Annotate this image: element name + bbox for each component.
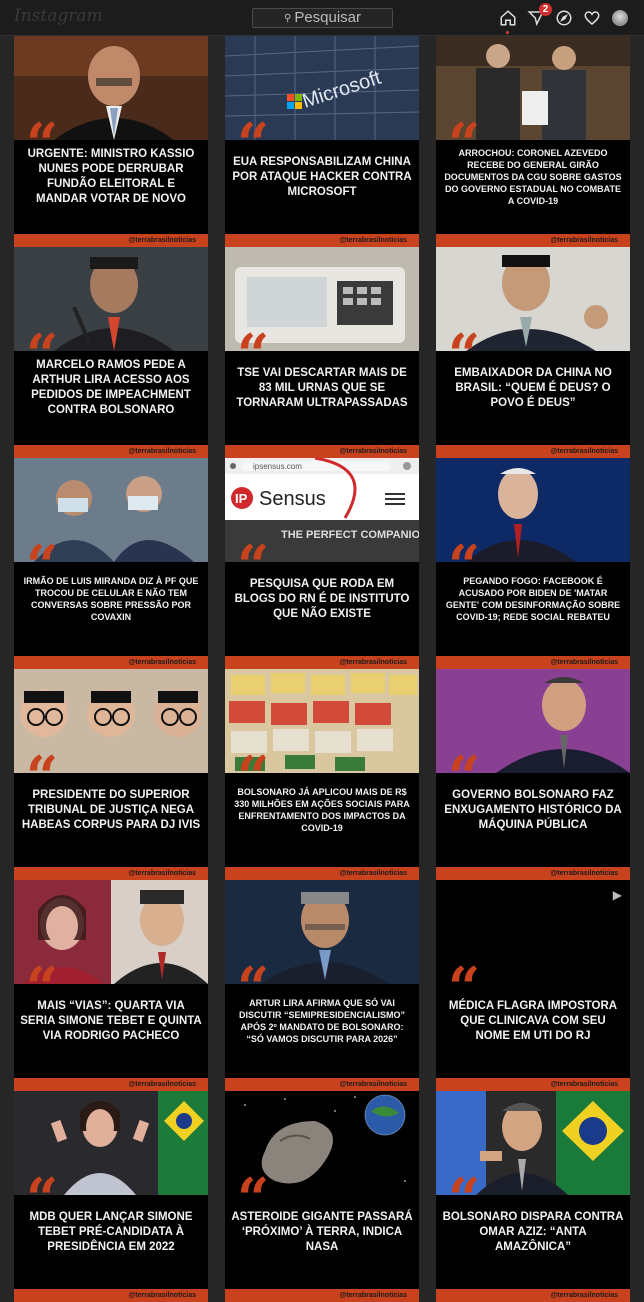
post-handle: @terrabrasilnoticias (14, 1289, 208, 1302)
site-url: ipsensus.com (253, 462, 302, 471)
post-handle: @terrabrasilnoticias (436, 445, 630, 458)
post-handle: @terrabrasilnoticias (14, 656, 208, 669)
explore-compass-icon[interactable] (554, 8, 574, 28)
post-card[interactable]: “ BOLSONARO JÁ APLICOU MAIS DE R$ 330 MI… (225, 669, 419, 880)
post-card[interactable]: “ MDB QUER LANÇAR SIMONE TEBET PRÉ-CANDI… (14, 1091, 208, 1302)
post-grid: “ URGENTE: MINISTRO KASSIO NUNES PODE DE… (14, 36, 630, 1302)
post-card[interactable]: “ BOLSONARO DISPARA CONTRA OMAR AZIZ: “A… (436, 1091, 630, 1302)
post-handle: @terrabrasilnoticias (436, 867, 630, 880)
post-headline: EMBAIXADOR DA CHINA NO BRASIL: “QUEM É D… (454, 366, 612, 409)
post-handle: @terrabrasilnoticias (14, 445, 208, 458)
post-card[interactable]: “ PRESIDENTE DO SUPERIOR TRIBUNAL DE JUS… (14, 669, 208, 880)
post-headline: BOLSONARO JÁ APLICOU MAIS DE R$ 330 MILH… (234, 787, 410, 833)
post-headline: PEGANDO FOGO: FACEBOOK É ACUSADO POR BID… (445, 576, 621, 622)
site-tagline: THE PERFECT COMPANION FOR EVERY (281, 529, 419, 541)
post-card[interactable]: Microsoft “ EUA RESPONSABILIZAM CHINA PO… (225, 36, 419, 247)
search-icon: ⚲ (283, 13, 292, 24)
post-headline: ARROCHOU: CORONEL AZEVEDO RECEBE DO GENE… (444, 148, 622, 206)
post-handle: @terrabrasilnoticias (225, 445, 419, 458)
post-handle: @terrabrasilnoticias (436, 1078, 630, 1091)
post-headline: TSE VAI DESCARTAR MAIS DE 83 MIL URNAS Q… (236, 366, 408, 409)
site-logo: IP (235, 491, 248, 506)
post-headline: GOVERNO BOLSONARO FAZ ENXUGAMENTO HISTÓR… (444, 788, 622, 831)
post-handle: @terrabrasilnoticias (436, 1289, 630, 1302)
avatar (612, 10, 628, 26)
post-card[interactable]: “ ARROCHOU: CORONEL AZEVEDO RECEBE DO GE… (436, 36, 630, 247)
post-card[interactable]: “ PEGANDO FOGO: FACEBOOK É ACUSADO POR B… (436, 458, 630, 669)
nav-icons: 2 (498, 3, 630, 34)
post-handle: @terrabrasilnoticias (14, 1078, 208, 1091)
post-card[interactable]: “ MARCELO RAMOS PEDE A ARTHUR LIRA ACESS… (14, 247, 208, 458)
post-handle: @terrabrasilnoticias (225, 1078, 419, 1091)
post-card[interactable]: “ ARTUR LIRA AFIRMA QUE SÓ VAI DISCUTIR … (225, 880, 419, 1091)
video-play-icon: ▶ (612, 888, 622, 902)
post-headline: PRESIDENTE DO SUPERIOR TRIBUNAL DE JUSTI… (21, 788, 201, 831)
post-card[interactable]: “ GOVERNO BOLSONARO FAZ ENXUGAMENTO HIST… (436, 669, 630, 880)
post-headline: MDB QUER LANÇAR SIMONE TEBET PRÉ-CANDIDA… (29, 1210, 193, 1253)
post-handle: @terrabrasilnoticias (225, 656, 419, 669)
post-headline: EUA RESPONSABILIZAM CHINA POR ATAQUE HAC… (232, 155, 412, 198)
active-indicator (506, 31, 509, 34)
site-name: Sensus (259, 488, 326, 510)
post-handle: @terrabrasilnoticias (225, 1289, 419, 1302)
post-card[interactable]: ipsensus.com IP Sensus THE PERFECT COMPANIO… (225, 458, 419, 669)
post-card[interactable]: “ EMBAIXADOR DA CHINA NO BRASIL: “QUEM É… (436, 247, 630, 458)
search-input[interactable]: ⚲ Pesquisar (252, 8, 393, 28)
post-headline: ARTUR LIRA AFIRMA QUE SÓ VAI DISCUTIR “S… (238, 998, 405, 1044)
heart-icon[interactable] (582, 8, 602, 28)
post-card[interactable]: “ URGENTE: MINISTRO KASSIO NUNES PODE DE… (14, 36, 208, 247)
instagram-logo[interactable]: Instagram (14, 6, 103, 26)
search-placeholder: Pesquisar (294, 9, 362, 26)
post-card[interactable]: “ MAIS “VIAS”: QUARTA VIA SERIA SIMONE T… (14, 880, 208, 1091)
post-card[interactable]: “ TSE VAI DESCARTAR MAIS DE 83 MIL URNAS… (225, 247, 419, 458)
profile-avatar[interactable] (610, 8, 630, 28)
notification-badge: 2 (539, 3, 552, 16)
post-handle: @terrabrasilnoticias (436, 656, 630, 669)
post-headline: MARCELO RAMOS PEDE A ARTHUR LIRA ACESSO … (31, 359, 191, 416)
post-headline: PESQUISA QUE RODA EM BLOGS DO RN É DE IN… (234, 577, 410, 620)
top-navigation-bar: Instagram ⚲ Pesquisar 2 (0, 0, 644, 36)
post-headline: ASTEROIDE GIGANTE PASSARÁ ‘PRÓXIMO’ À TE… (231, 1210, 413, 1253)
post-handle: @terrabrasilnoticias (225, 867, 419, 880)
post-headline: MÉDICA FLAGRA IMPOSTORA QUE CLINICAVA CO… (448, 999, 618, 1042)
direct-message-icon[interactable]: 2 (526, 3, 552, 28)
post-card[interactable]: “ ASTEROIDE GIGANTE PASSARÁ ‘PRÓXIMO’ À … (225, 1091, 419, 1302)
post-handle: @terrabrasilnoticias (436, 234, 630, 247)
post-headline: IRMÃO DE LUIS MIRANDA DIZ À PF QUE TROCO… (23, 576, 199, 622)
post-handle: @terrabrasilnoticias (14, 867, 208, 880)
post-card[interactable]: ▶ “ MÉDICA FLAGRA IMPOSTORA QUE CLINICAV… (436, 880, 630, 1091)
post-headline: URGENTE: MINISTRO KASSIO NUNES PODE DERR… (27, 148, 195, 205)
home-icon[interactable] (498, 8, 518, 34)
post-handle: @terrabrasilnoticias (225, 234, 419, 247)
post-handle: @terrabrasilnoticias (14, 234, 208, 247)
post-card[interactable]: “ IRMÃO DE LUIS MIRANDA DIZ À PF QUE TRO… (14, 458, 208, 669)
post-headline: BOLSONARO DISPARA CONTRA OMAR AZIZ: “ANT… (442, 1210, 624, 1253)
post-headline: MAIS “VIAS”: QUARTA VIA SERIA SIMONE TEB… (20, 999, 202, 1042)
